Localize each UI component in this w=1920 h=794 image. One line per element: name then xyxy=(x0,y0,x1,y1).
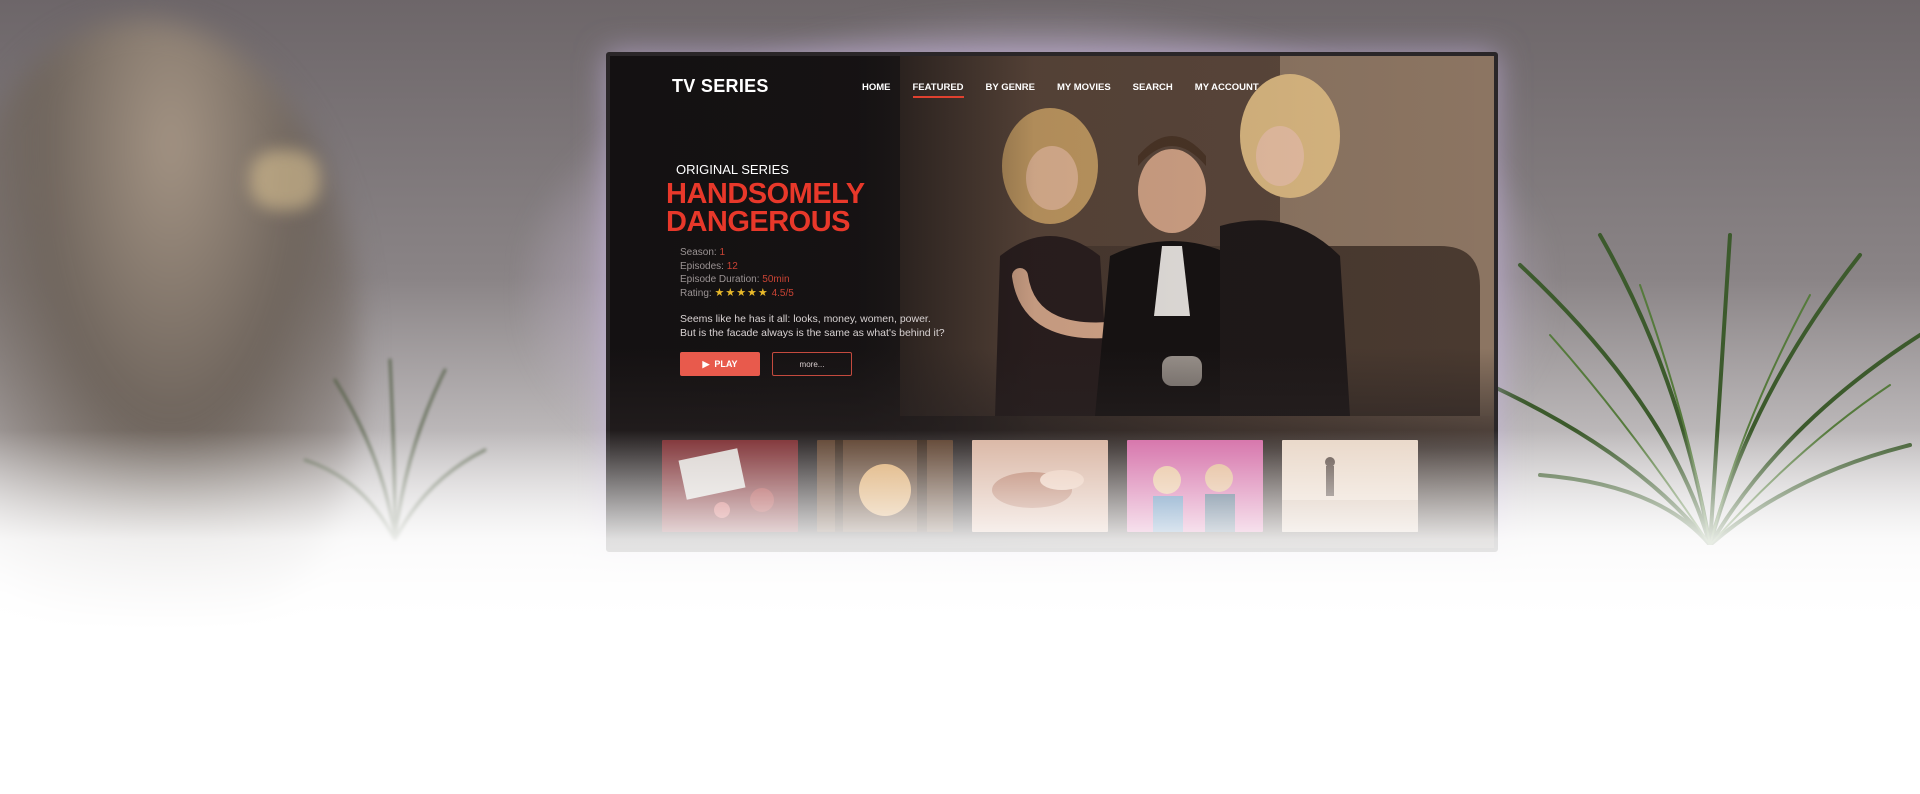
series-meta: Season: 1 Episodes: 12 Episode Duration:… xyxy=(680,246,794,300)
series-title: HANDSOMELY DANGEROUS xyxy=(666,178,966,238)
series-description: Seems like he has it all: looks, money, … xyxy=(680,312,1000,340)
series-eyebrow: ORIGINAL SERIES xyxy=(676,162,789,177)
living-room-scene: TV SERIES HOME FEATURED BY GENRE MY MOVI… xyxy=(0,0,1920,794)
play-label: PLAY xyxy=(714,359,738,369)
viewer-glasses xyxy=(250,150,320,210)
rating-stars-icon: ★★★★★ xyxy=(714,286,769,299)
nav-by-genre[interactable]: BY GENRE xyxy=(986,82,1035,98)
season-value: 1 xyxy=(719,247,726,258)
top-nav: HOME FEATURED BY GENRE MY MOVIES SEARCH … xyxy=(862,82,1259,98)
nav-home[interactable]: HOME xyxy=(862,82,891,98)
brand-logo[interactable]: TV SERIES xyxy=(672,76,769,97)
meta-season: Season: 1 xyxy=(680,246,794,260)
series-title-line2: DANGEROUS xyxy=(666,206,851,238)
play-button[interactable]: ▶ PLAY xyxy=(680,352,760,376)
meta-episodes: Episodes: 12 xyxy=(680,260,794,274)
episodes-value: 12 xyxy=(726,260,738,272)
nav-featured[interactable]: FEATURED xyxy=(912,82,964,98)
nav-my-movies[interactable]: MY MOVIES xyxy=(1057,82,1111,98)
description-line2: But is the facade always is the same as … xyxy=(680,327,945,339)
more-button[interactable]: more... xyxy=(772,352,852,376)
nav-search[interactable]: SEARCH xyxy=(1133,82,1173,98)
meta-rating: Rating: ★★★★★ 4.5/5 xyxy=(680,287,794,301)
rating-value: 4.5/5 xyxy=(771,287,794,299)
series-title-line1: HANDSOMELY xyxy=(666,178,865,210)
episodes-label: Episodes: xyxy=(680,260,724,272)
nav-my-account[interactable]: MY ACCOUNT xyxy=(1195,82,1259,98)
description-line1: Seems like he has it all: looks, money, … xyxy=(680,313,931,325)
play-icon: ▶ xyxy=(702,358,710,369)
duration-label: Episode Duration: xyxy=(680,274,760,285)
rating-label: Rating: xyxy=(680,287,712,299)
duration-value: 50min xyxy=(762,274,790,285)
season-label: Season: xyxy=(680,247,717,258)
meta-duration: Episode Duration: 50min xyxy=(680,273,794,287)
bottom-white-fade xyxy=(0,430,1920,794)
